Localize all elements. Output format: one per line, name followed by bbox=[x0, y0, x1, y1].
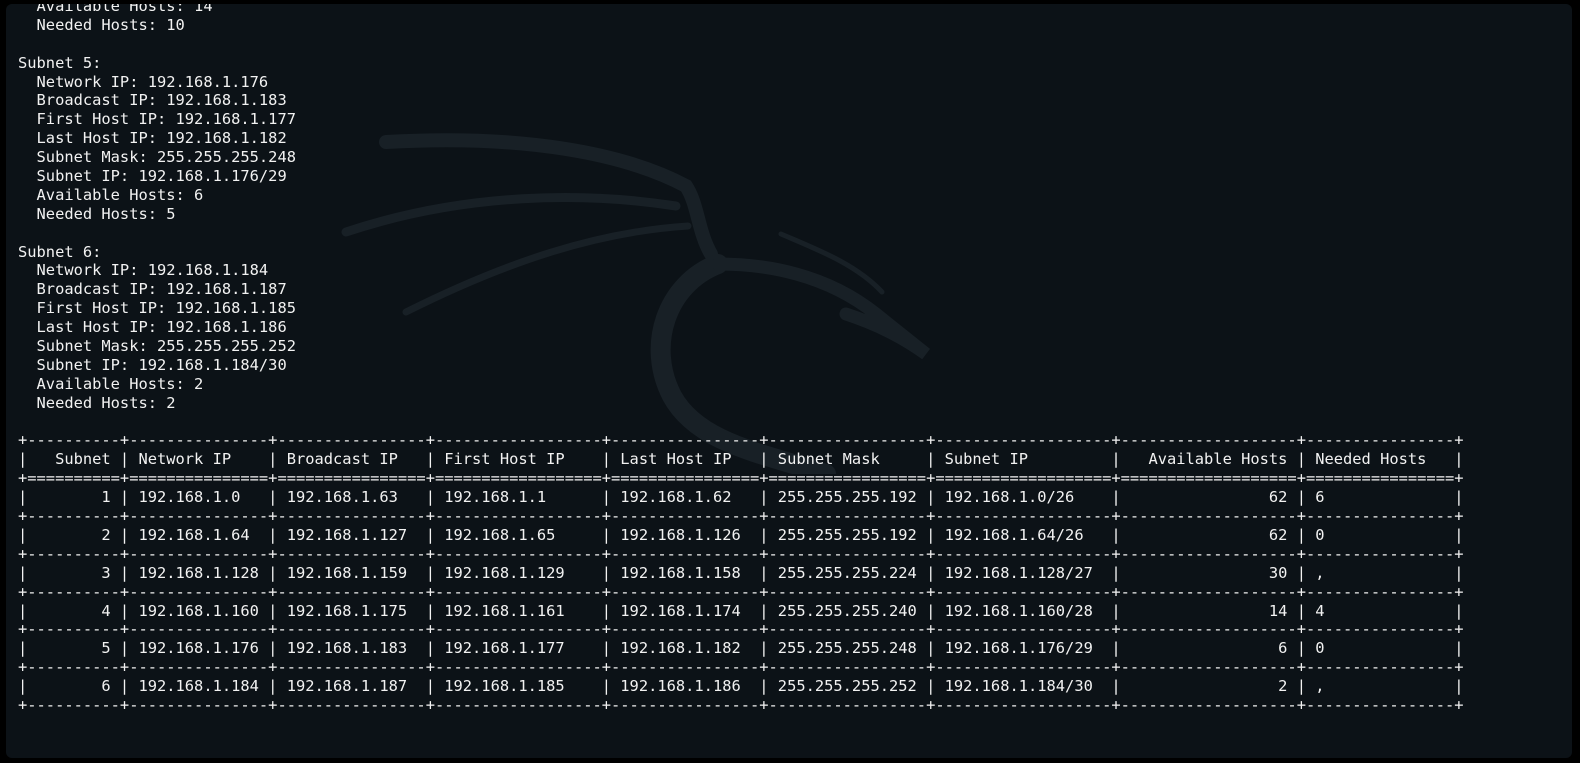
terminal-line: Subnet 5: bbox=[18, 53, 102, 72]
terminal-line: +----------+---------------+------------… bbox=[18, 507, 1464, 526]
terminal-line: Subnet IP: 192.168.1.184/30 bbox=[18, 355, 287, 374]
terminal-line: Network IP: 192.168.1.176 bbox=[18, 72, 269, 91]
terminal-line: First Host IP: 192.168.1.177 bbox=[18, 110, 296, 129]
terminal-line: Needed Hosts: 10 bbox=[18, 15, 185, 34]
terminal-line: Broadcast IP: 192.168.1.183 bbox=[18, 91, 287, 110]
terminal-line: Needed Hosts: 2 bbox=[18, 393, 176, 412]
terminal-line: Subnet IP: 192.168.1.176/29 bbox=[18, 167, 287, 186]
terminal-line: +----------+---------------+------------… bbox=[18, 431, 1464, 450]
terminal-line: | 6 | 192.168.1.184 | 192.168.1.187 | 19… bbox=[18, 677, 1464, 696]
terminal-line: Last Host IP: 192.168.1.182 bbox=[18, 129, 287, 148]
terminal-line: +----------+---------------+------------… bbox=[18, 582, 1464, 601]
terminal-line: First Host IP: 192.168.1.185 bbox=[18, 299, 296, 318]
terminal-line: | Subnet | Network IP | Broadcast IP | F… bbox=[18, 450, 1464, 469]
terminal-line: | 3 | 192.168.1.128 | 192.168.1.159 | 19… bbox=[18, 563, 1464, 582]
terminal-line: Broadcast IP: 192.168.1.187 bbox=[18, 280, 287, 299]
terminal-line: +----------+---------------+------------… bbox=[18, 658, 1464, 677]
terminal-line: Available Hosts: 6 bbox=[18, 185, 204, 204]
terminal-line: Subnet Mask: 255.255.255.248 bbox=[18, 148, 296, 167]
terminal-window[interactable]: Available Hosts: 14 Needed Hosts: 10 Subn… bbox=[6, 4, 1572, 758]
terminal-line: Network IP: 192.168.1.184 bbox=[18, 261, 269, 280]
terminal-line: +----------+---------------+------------… bbox=[18, 695, 1464, 714]
terminal-line: +----------+---------------+------------… bbox=[18, 620, 1464, 639]
terminal-line: Subnet Mask: 255.255.255.252 bbox=[18, 337, 296, 356]
terminal-line: Available Hosts: 2 bbox=[18, 374, 204, 393]
terminal-output[interactable]: Available Hosts: 14 Needed Hosts: 10 Subn… bbox=[18, 4, 1572, 758]
terminal-line: Available Hosts: 14 bbox=[18, 4, 213, 15]
terminal-line: +----------+---------------+------------… bbox=[18, 544, 1464, 563]
terminal-line: +==========+===============+============… bbox=[18, 469, 1464, 488]
terminal-line: Subnet 6: bbox=[18, 242, 102, 261]
terminal-line: | 5 | 192.168.1.176 | 192.168.1.183 | 19… bbox=[18, 639, 1464, 658]
terminal-line: | 1 | 192.168.1.0 | 192.168.1.63 | 192.1… bbox=[18, 488, 1464, 507]
terminal-line: Needed Hosts: 5 bbox=[18, 204, 176, 223]
terminal-line: | 4 | 192.168.1.160 | 192.168.1.175 | 19… bbox=[18, 601, 1464, 620]
terminal-line: Last Host IP: 192.168.1.186 bbox=[18, 318, 287, 337]
terminal-line: | 2 | 192.168.1.64 | 192.168.1.127 | 192… bbox=[18, 525, 1464, 544]
